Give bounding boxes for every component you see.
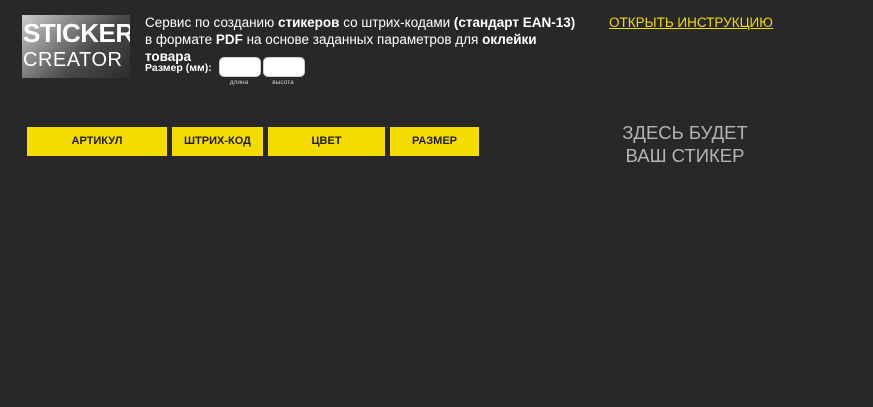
preview-line-1: ЗДЕСЬ БУДЕТ <box>622 122 748 143</box>
description-line-1: Сервис по созданию стикеров со штрих-код… <box>145 15 576 30</box>
size-button[interactable]: РАЗМЕР <box>390 127 479 156</box>
article-button[interactable]: АРТИКУЛ <box>27 127 167 156</box>
open-instruction-link[interactable]: ОТКРЫТЬ ИНСТРУКЦИЮ <box>609 15 773 30</box>
logo-title: STICKER <box>23 18 130 48</box>
length-hint: длина <box>229 79 249 86</box>
description-line-2: в формате PDF на основе заданных парамет… <box>145 32 537 64</box>
service-description: Сервис по созданию стикеров со штрих-код… <box>145 14 585 65</box>
logo-subtitle: CREATOR <box>23 49 123 71</box>
height-input[interactable] <box>263 57 305 77</box>
preview-line-2: ВАШ СТИКЕР <box>625 145 745 166</box>
sticker-preview-placeholder: ЗДЕСЬ БУДЕТ ВАШ СТИКЕР <box>585 121 785 167</box>
length-input[interactable] <box>219 57 261 77</box>
color-button[interactable]: ЦВЕТ <box>268 127 385 156</box>
height-hint: высота <box>272 79 294 86</box>
logo: STICKER CREATOR <box>22 15 130 78</box>
size-label: Размер (мм): <box>145 62 212 74</box>
barcode-button[interactable]: ШТРИХ-КОД <box>172 127 263 156</box>
